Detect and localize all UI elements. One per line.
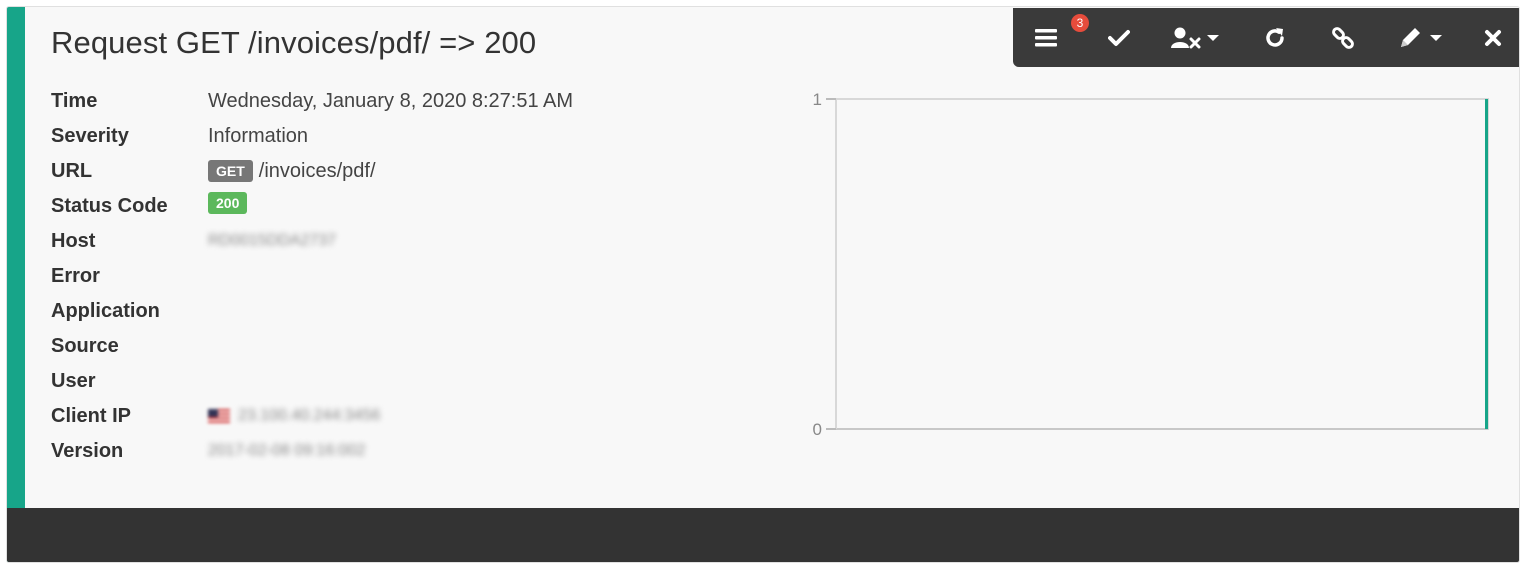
chart-y-tick-label: 1: [813, 90, 822, 109]
edit-dropdown[interactable]: [1389, 8, 1451, 67]
detail-label: URL: [51, 160, 93, 182]
menu-button[interactable]: 3: [1027, 8, 1089, 67]
footer-bar: [7, 508, 1519, 562]
check-icon: [1108, 29, 1130, 47]
client-ip-blurred: 23.100.40.244:3456: [238, 407, 381, 424]
link-button[interactable]: [1321, 8, 1365, 67]
method-badge: GET: [208, 160, 253, 182]
severity-value: Information: [208, 125, 309, 147]
assign-user-dropdown[interactable]: [1163, 8, 1227, 67]
notification-badge: 3: [1071, 14, 1089, 32]
status-badge: 200: [208, 192, 248, 214]
detail-label: Host: [51, 230, 96, 252]
host-value: RD0015DDA2737: [208, 227, 336, 255]
version-value: 2017-02-08 09:16:002: [208, 437, 365, 465]
page-title: Request GET /invoices/pdf/ => 200: [51, 25, 537, 60]
url-value: GET /invoices/pdf/: [208, 157, 376, 185]
check-button[interactable]: [1097, 8, 1141, 67]
chevron-down-icon: [1430, 34, 1442, 41]
detail-label: User: [51, 370, 96, 392]
us-flag-icon: [208, 408, 230, 424]
detail-label: Status Code: [51, 195, 168, 217]
severity-accent-bar: [7, 7, 25, 562]
chart-plot-frame: [835, 98, 1489, 430]
time-value: Wednesday, January 8, 2020 8:27:51 AM: [208, 90, 574, 112]
version-blurred: 2017-02-08 09:16:002: [208, 442, 366, 459]
detail-label: Severity: [51, 125, 129, 147]
pencil-icon: [1398, 26, 1424, 50]
chart-y-tick-label: 0: [813, 420, 822, 439]
chart-bar: [1485, 99, 1488, 429]
detail-label: Version: [51, 440, 124, 462]
detail-label: Source: [51, 335, 119, 357]
detail-label: Error: [51, 265, 100, 287]
detail-label: Client IP: [51, 405, 132, 427]
link-icon: [1331, 26, 1355, 50]
close-icon: [1484, 29, 1502, 47]
client-ip-value: 23.100.40.244:3456: [208, 402, 380, 430]
status-code-value: 200: [208, 192, 248, 214]
action-toolbar: 3: [1013, 8, 1519, 67]
detail-label: Time: [51, 90, 98, 112]
host-blurred: RD0015DDA2737: [208, 232, 337, 249]
chevron-down-icon: [1207, 34, 1219, 41]
menu-icon: [1035, 28, 1059, 48]
log-detail-panel: Request GET /invoices/pdf/ => 200 3 Time…: [6, 6, 1520, 563]
close-button[interactable]: [1473, 8, 1513, 67]
detail-label: Application: [51, 300, 160, 322]
activity-chart: 10: [813, 90, 1489, 439]
refresh-button[interactable]: [1253, 8, 1297, 67]
user-remove-icon: [1171, 27, 1201, 49]
refresh-icon: [1263, 26, 1287, 50]
url-path[interactable]: /invoices/pdf/: [259, 157, 376, 185]
